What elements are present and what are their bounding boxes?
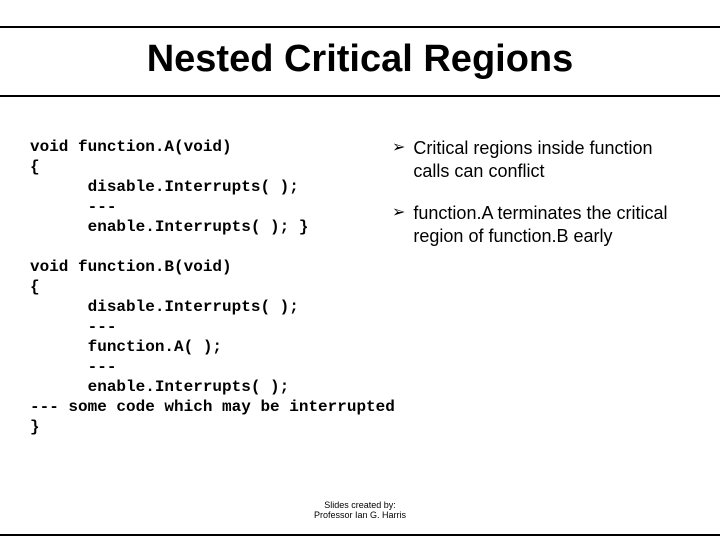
code-line: ---	[30, 318, 116, 336]
bullet-item: ➢ function.A terminates the critical reg…	[392, 202, 692, 249]
slide-title: Nested Critical Regions	[0, 38, 720, 81]
code-line: disable.Interrupts( );	[30, 178, 299, 196]
code-line: function.A( );	[30, 338, 222, 356]
credit-line: Professor Ian G. Harris	[0, 510, 720, 520]
title-band: Nested Critical Regions	[0, 26, 720, 97]
code-line: ---	[30, 198, 116, 216]
code-line: ---	[30, 358, 116, 376]
code-line: void function.A(void)	[30, 138, 232, 156]
bullet-list: ➢ Critical regions inside function calls…	[392, 137, 692, 267]
bullet-text: Critical regions inside function calls c…	[413, 137, 692, 184]
slide-body: void function.A(void) { disable.Interrup…	[0, 97, 720, 500]
code-line: {	[30, 158, 40, 176]
code-line: enable.Interrupts( );	[30, 378, 289, 396]
bullet-text: function.A terminates the critical regio…	[413, 202, 692, 249]
triangle-bullet-icon: ➢	[392, 137, 405, 159]
code-line: {	[30, 278, 40, 296]
code-line: disable.Interrupts( );	[30, 298, 299, 316]
code-line: void function.B(void)	[30, 258, 232, 276]
bullet-item: ➢ Critical regions inside function calls…	[392, 137, 692, 184]
code-line: enable.Interrupts( ); }	[30, 218, 308, 236]
code-line: }	[30, 418, 40, 436]
credit: Slides created by: Professor Ian G. Harr…	[0, 500, 720, 536]
code-line: --- some code which may be interrupted	[30, 398, 395, 416]
slide: Nested Critical Regions void function.A(…	[0, 0, 720, 540]
triangle-bullet-icon: ➢	[392, 202, 405, 224]
credit-line: Slides created by:	[0, 500, 720, 510]
